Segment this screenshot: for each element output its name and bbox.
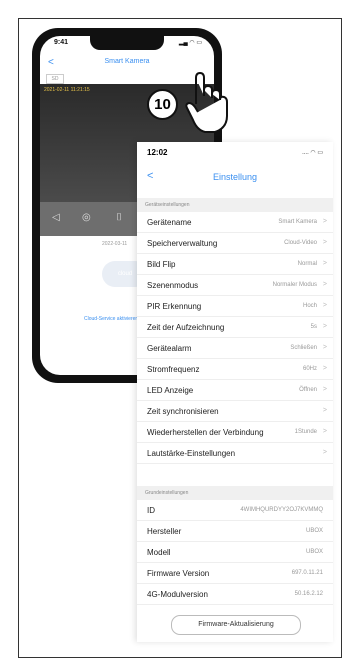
row-value: Hoch bbox=[302, 303, 317, 309]
video-timestamp: 2021-02-11 11:21:15 bbox=[44, 87, 90, 93]
cloud-service-link[interactable]: Cloud-Service aktivieren bbox=[84, 316, 138, 322]
info-value: UBOX bbox=[305, 528, 323, 534]
info-label: Hersteller bbox=[147, 527, 182, 536]
info-value: 697.0.11.21 bbox=[291, 570, 323, 576]
row-value: 1Stunde bbox=[294, 429, 317, 435]
info-row: ID 4WIMHQURDYY2OJ7KVMMQ bbox=[137, 500, 333, 521]
speaker-icon[interactable]: ◁ bbox=[52, 212, 60, 223]
chevron-right-icon: > bbox=[322, 386, 327, 393]
info-label: Firmware Version bbox=[147, 569, 210, 578]
panel-nav: < Einstellung bbox=[137, 166, 333, 188]
row-label: Gerätealarm bbox=[147, 344, 192, 353]
row-value: Öffnen bbox=[299, 387, 317, 393]
settings-row[interactable]: LED Anzeige Öffnen > bbox=[137, 380, 333, 401]
info-value: UBOX bbox=[305, 549, 323, 555]
chevron-right-icon: > bbox=[322, 428, 327, 435]
row-value: 5s bbox=[310, 324, 317, 330]
status-time: 9:41 bbox=[54, 39, 69, 46]
row-label: Lautstärke-Einstellungen bbox=[147, 449, 236, 458]
row-label: PIR Erkennung bbox=[147, 302, 202, 311]
hand-pointer-icon bbox=[185, 72, 228, 133]
row-label: Gerätename bbox=[147, 218, 192, 227]
chevron-right-icon: > bbox=[322, 365, 327, 372]
settings-row[interactable]: Gerätealarm Schließen > bbox=[137, 338, 333, 359]
settings-row[interactable]: Wiederherstellen der Verbindung 1Stunde … bbox=[137, 422, 333, 443]
row-label: LED Anzeige bbox=[147, 386, 194, 395]
row-label: Szenenmodus bbox=[147, 281, 199, 290]
chevron-right-icon: > bbox=[322, 260, 327, 267]
settings-row[interactable]: Zeit synchronisieren > bbox=[137, 401, 333, 422]
microphone-icon[interactable]: ⌷ bbox=[116, 212, 122, 223]
camera-icon[interactable]: ◎ bbox=[82, 212, 91, 223]
chevron-right-icon: > bbox=[322, 218, 327, 225]
row-label: Zeit der Aufzeichnung bbox=[147, 323, 225, 332]
section-header-device: Gerätseinstellungen bbox=[137, 198, 333, 212]
info-label: Modell bbox=[147, 548, 171, 557]
row-value: Normaler Modus bbox=[272, 282, 317, 288]
settings-row[interactable]: PIR Erkennung Hoch > bbox=[137, 296, 333, 317]
step-number-callout: 10 bbox=[147, 89, 178, 120]
settings-row[interactable]: Stromfrequenz 60Hz > bbox=[137, 359, 333, 380]
firmware-update-button[interactable]: Firmware-Aktualisierung bbox=[171, 615, 301, 635]
row-label: Bild Flip bbox=[147, 260, 176, 269]
status-icons: ▂▄ ◠ ▭ bbox=[178, 40, 202, 46]
panel-status-time: 12:02 bbox=[147, 148, 168, 157]
settings-panel: 12:02 .... ◠ ▭ < Einstellung Gerätseinst… bbox=[137, 142, 333, 642]
chevron-right-icon: > bbox=[322, 239, 327, 246]
settings-title: Einstellung bbox=[212, 172, 258, 182]
row-label: Zeit synchronisieren bbox=[147, 407, 219, 416]
row-value: 60Hz bbox=[302, 366, 317, 372]
chevron-right-icon: > bbox=[322, 407, 327, 414]
chevron-right-icon: > bbox=[322, 344, 327, 351]
settings-row[interactable]: Speicherverwaltung Cloud-Video > bbox=[137, 233, 333, 254]
info-value: 4WIMHQURDYY2OJ7KVMMQ bbox=[240, 507, 323, 513]
panel-status-bar: 12:02 .... ◠ ▭ bbox=[137, 142, 333, 164]
chevron-right-icon: > bbox=[322, 323, 327, 330]
info-label: ID bbox=[147, 506, 155, 515]
settings-row[interactable]: Gerätename Smart Kamera > bbox=[137, 212, 333, 233]
settings-row[interactable]: Zeit der Aufzeichnung 5s > bbox=[137, 317, 333, 338]
row-label: Speicherverwaltung bbox=[147, 239, 218, 248]
settings-row[interactable]: Szenenmodus Normaler Modus > bbox=[137, 275, 333, 296]
panel-status-icons: .... ◠ ▭ bbox=[302, 150, 323, 156]
row-value: Schließen bbox=[290, 345, 317, 351]
info-row: Hersteller UBOX bbox=[137, 521, 333, 542]
info-row: Firmware Version 697.0.11.21 bbox=[137, 563, 333, 584]
chevron-right-icon: > bbox=[322, 302, 327, 309]
chevron-right-icon: > bbox=[322, 449, 327, 456]
row-value: Cloud-Video bbox=[284, 240, 317, 246]
chevron-right-icon: > bbox=[322, 281, 327, 288]
settings-row[interactable]: Bild Flip Normal > bbox=[137, 254, 333, 275]
settings-row[interactable]: Lautstärke-Einstellungen > bbox=[137, 443, 333, 464]
hd-badge[interactable]: SD bbox=[46, 74, 64, 84]
date-label: 2022-03-11 bbox=[102, 241, 128, 247]
camera-title: Smart Kamera bbox=[104, 58, 150, 65]
info-row: Modell UBOX bbox=[137, 542, 333, 563]
info-value: 50.16.2.12 bbox=[294, 591, 323, 597]
row-label: Wiederherstellen der Verbindung bbox=[147, 428, 264, 437]
info-row: 4G-Modulversion 50.16.2.12 bbox=[137, 584, 333, 605]
camera-nav: < Smart Kamera bbox=[40, 54, 214, 72]
row-value: Smart Kamera bbox=[278, 219, 317, 225]
info-label: 4G-Modulversion bbox=[147, 590, 208, 599]
row-value: Normal bbox=[297, 261, 317, 267]
phone-notch bbox=[90, 36, 164, 50]
row-label: Stromfrequenz bbox=[147, 365, 200, 374]
section-header-basic: Grundeinstellungen bbox=[137, 486, 333, 500]
